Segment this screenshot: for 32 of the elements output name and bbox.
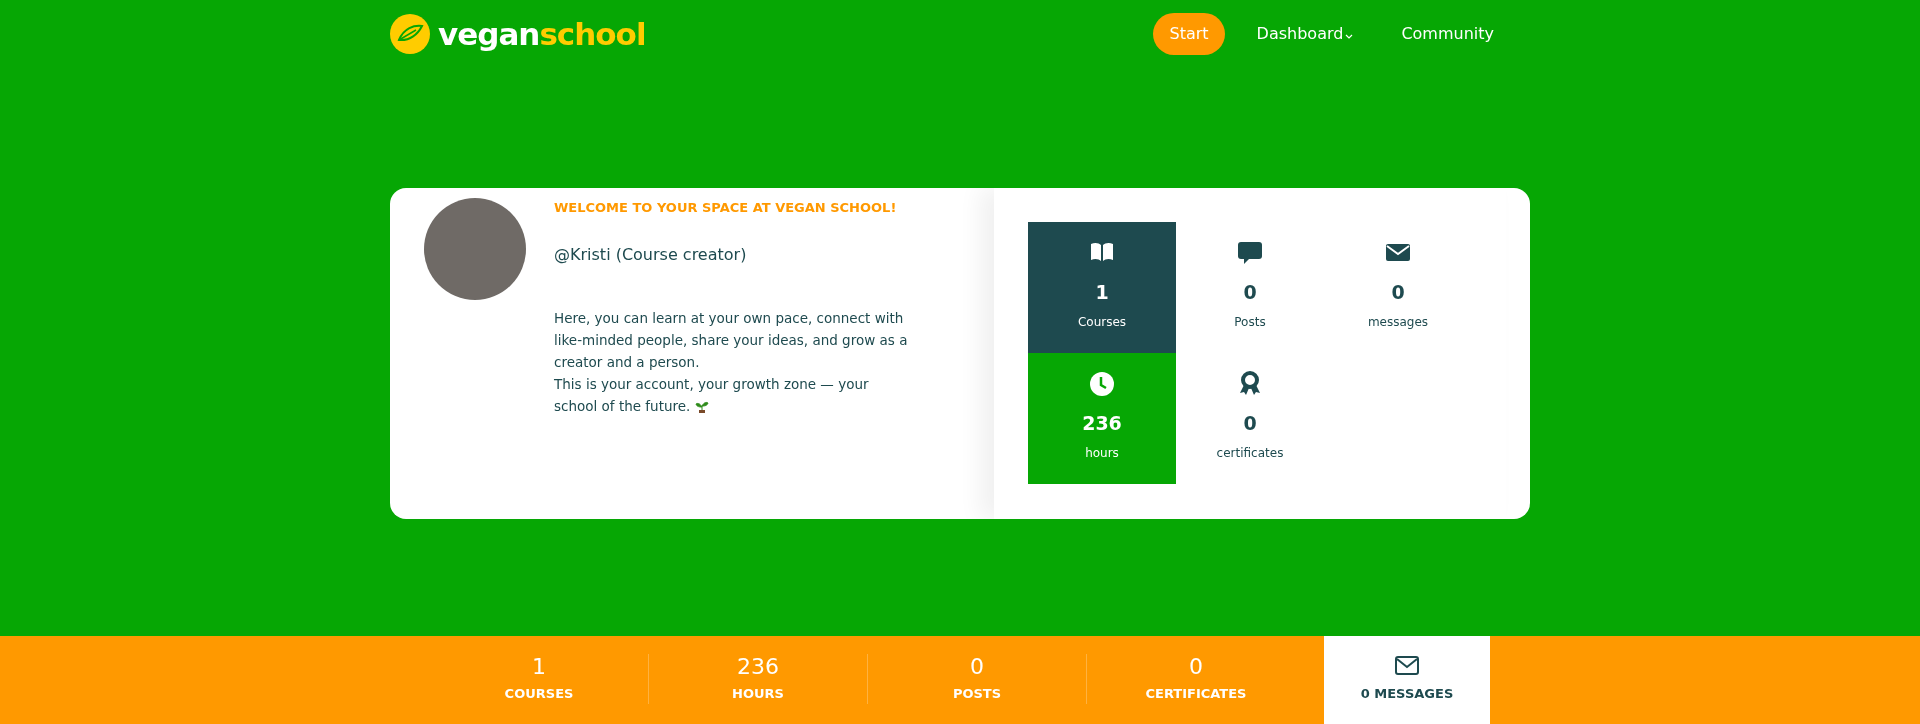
summary-value: 1	[531, 654, 547, 680]
summary-label: CERTIFICATES	[1144, 685, 1248, 703]
stat-label: Posts	[1234, 313, 1266, 331]
summary-label: HOURS	[731, 685, 785, 703]
description-text: This is your account, your growth zone — your school of the future.	[554, 374, 870, 416]
username: @Kristi (Course creator)	[554, 243, 748, 266]
stat-value: 0	[1243, 280, 1257, 305]
envelope-icon	[1395, 656, 1419, 676]
award-ribbon-icon	[1237, 371, 1263, 397]
messages-button[interactable]: 0 MESSAGES	[1324, 636, 1490, 724]
stat-label: hours	[1085, 444, 1119, 462]
nav-link[interactable]: Start	[1153, 13, 1225, 55]
summary-label: COURSES	[503, 685, 575, 703]
stat-value: 0	[1243, 411, 1257, 436]
leaf-logo-icon[interactable]	[390, 14, 430, 54]
summary-value: 0	[969, 654, 985, 680]
nav-link[interactable]: Community	[1385, 13, 1510, 55]
nav-link[interactable]: Dashboard	[1240, 13, 1370, 55]
speech-bubble-icon	[1237, 240, 1263, 266]
stat-value: 0	[1391, 280, 1405, 305]
summary-label: POSTS	[951, 685, 1003, 703]
welcome-heading: WELCOME TO YOUR SPACE AT VEGAN SCHOOL!	[554, 199, 898, 217]
stat-value: 1	[1095, 280, 1109, 305]
stat-label: Courses	[1077, 313, 1127, 331]
summary-value: 236	[736, 654, 780, 680]
logo-text[interactable]: veganschool	[438, 10, 646, 58]
clock-icon	[1089, 371, 1115, 397]
stat-label: certificates	[1216, 444, 1284, 462]
description-text: Here, you can learn at your own pace, connect with like-minded people, share your ideas, and grow as a creator and a person.	[554, 308, 909, 372]
stat-label: messages	[1367, 313, 1429, 331]
summary-value: 0	[1188, 654, 1204, 680]
stat-value: 236	[1082, 411, 1122, 436]
